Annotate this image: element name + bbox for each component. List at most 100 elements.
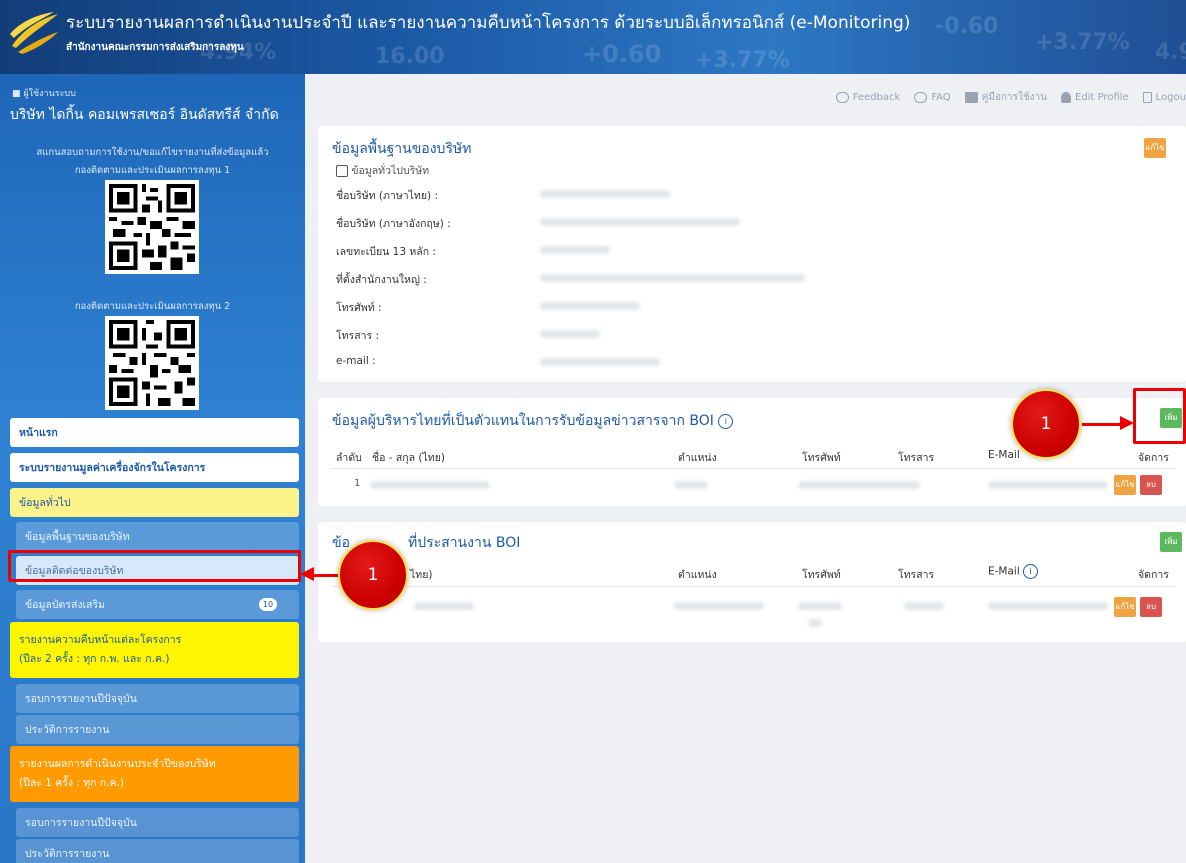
step-callout: 1 (338, 540, 408, 610)
field-label: เลขทะเบียน 13 หลัก : (336, 246, 436, 258)
document-icon (336, 165, 348, 177)
field-label: ที่ตั้งสำนักงานใหญ่ : (336, 274, 427, 286)
header-ticker: 16.00 (375, 44, 445, 69)
redacted-value (674, 481, 708, 489)
comment-icon (835, 91, 849, 103)
redacted-value (808, 619, 822, 627)
redacted-value (540, 330, 600, 338)
nav-edit-profile[interactable]: Edit Profile (1061, 91, 1129, 103)
field-label: e-mail : (336, 355, 376, 367)
sidebar-item-annual-report[interactable]: รายงานผลการดำเนินงานประจำปีของบริษัท (ปี… (10, 746, 299, 802)
column-header: ลำดับ (336, 452, 362, 464)
annotation-arrow (1082, 423, 1122, 426)
app-header: 4.94% 16.00 +0.60 +3.77% -0.60 +3.77% 4.… (0, 0, 1186, 74)
redacted-value (904, 602, 944, 610)
highlight-box (8, 550, 301, 582)
book-icon (964, 91, 978, 103)
row-index: 1 (354, 478, 361, 489)
nav-faq[interactable]: FAQ (914, 91, 951, 103)
edit-button[interactable]: แก้ไข (1114, 597, 1136, 617)
coordinator-panel: ข้อ ที่ประสานงาน BOI เพิ่ม ไทย) ตำแหน่ง … (318, 522, 1186, 642)
column-header: E-Mail (988, 449, 1020, 461)
sidebar-item-machine-value[interactable]: ระบบรายงานมูลค่าเครื่องจักรในโครงการ (10, 453, 299, 482)
sidebar-item-history[interactable]: ประวัติการรายงาน (16, 839, 299, 863)
comment-icon (914, 91, 928, 103)
qr2-label: กองติดตามและประเมินผลการลงทุน 2 (74, 301, 231, 312)
column-header: ชื่อ - สกุล (ไทย) (372, 452, 445, 464)
qr-code-icon[interactable] (105, 316, 199, 410)
table-divider (332, 586, 1176, 587)
column-header: E-Mail i (988, 564, 1039, 579)
column-header: จัดการ (1138, 452, 1169, 464)
column-header: ตำแหน่ง (678, 569, 717, 581)
delete-button[interactable]: ลบ (1140, 597, 1162, 617)
arrow-head-icon (1120, 416, 1134, 430)
panel-title: ข้อมูลผู้บริหารไทยที่เป็นตัวแทนในการรับข… (332, 410, 734, 432)
sidebar-item-current-round[interactable]: รอบการรายงานปีปัจจุบัน (16, 684, 299, 713)
user-role: ■ ผู้ใช้งานระบบ (12, 89, 76, 99)
redacted-value (540, 302, 640, 310)
sidebar-item-label: รายงานผลการดำเนินงานประจำปีของบริษัท (19, 758, 216, 770)
field-label: ชื่อบริษัท (ภาษาไทย) : (336, 190, 438, 202)
sidebar-item-label: (ปีละ 1 ครั้ง : ทุก ก.ค.) (19, 777, 124, 789)
sidebar-item-label: ข้อมูลบัตรส่งเสริม (25, 599, 106, 611)
header-ticker: 4.9 (1155, 40, 1186, 65)
redacted-value (988, 602, 1108, 610)
redacted-value (540, 246, 610, 254)
header-ticker: -0.60 (935, 14, 999, 39)
redacted-value (988, 481, 1108, 489)
header-ticker: +0.60 (582, 40, 662, 68)
sidebar-item-general[interactable]: ข้อมูลทั่วไป (10, 488, 299, 517)
redacted-value (370, 481, 490, 489)
delete-button[interactable]: ลบ (1140, 475, 1162, 495)
column-header: โทรศัพท์ (802, 569, 841, 581)
redacted-value (540, 190, 670, 198)
sidebar-item-promo-cert[interactable]: ข้อมูลบัตรส่งเสริม 10 (16, 590, 299, 619)
app-subtitle: สำนักงานคณะกรรมการส่งเสริมการลงทุน (66, 42, 244, 53)
sidebar-item-progress-report[interactable]: รายงานความคืบหน้าแต่ละโครงการ (ปีละ 2 คร… (10, 622, 299, 678)
nav-manual[interactable]: คู่มือการใช้งาน (964, 90, 1047, 105)
column-header: โทรศัพท์ (802, 452, 841, 464)
field-label: โทรศัพท์ : (336, 302, 382, 314)
arrow-head-icon (300, 567, 314, 581)
panel-title: ข้อมูลพื้นฐานของบริษัท (332, 141, 472, 157)
column-header: ตำแหน่ง (678, 452, 717, 464)
sidebar-item-home[interactable]: หน้าแรก (10, 418, 299, 447)
user-icon (1061, 91, 1072, 103)
column-header: ไทย) (410, 569, 433, 581)
redacted-value (414, 602, 474, 610)
sidebar-item-label: (ปีละ 2 ครั้ง : ทุก ก.พ. และ ก.ค.) (19, 653, 170, 665)
panel-subtitle: ข้อมูลทั่วไปบริษัท (336, 162, 429, 179)
scan-instruction: สแกนสอบถามการใช้งาน/ขอแก้ไขรายงานที่ส่งข… (36, 147, 269, 158)
nav-logout[interactable]: Logou (1142, 91, 1186, 103)
highlight-box (1133, 388, 1186, 444)
sidebar-item-company-basic[interactable]: ข้อมูลพื้นฐานของบริษัท (16, 522, 299, 551)
company-basic-panel: ข้อมูลพื้นฐานของบริษัท ข้อมูลทั่วไปบริษั… (318, 126, 1186, 382)
info-icon[interactable]: i (718, 413, 734, 429)
panel-title: ที่ประสานงาน BOI (408, 535, 521, 551)
top-nav: Feedback FAQ คู่มือการใช้งาน Edit Profil… (305, 74, 1186, 120)
redacted-value (540, 218, 740, 226)
logout-icon (1142, 91, 1152, 103)
redacted-value (674, 602, 764, 610)
edit-button[interactable]: แก้ไข (1114, 475, 1136, 495)
sidebar-item-current-round[interactable]: รอบการรายงานปีปัจจุบัน (16, 808, 299, 837)
user-name: บริษัท ไดกิ้น คอมเพรสเซอร์ อินดัสทรีส์ จ… (10, 107, 279, 123)
column-header: โทรสาร (898, 452, 935, 464)
edit-button[interactable]: แก้ไข (1144, 138, 1166, 158)
add-button[interactable]: เพิ่ม (1160, 532, 1182, 552)
app-title: ระบบรายงานผลการดำเนินงานประจำปี และรายงา… (66, 13, 911, 33)
qr-code-icon[interactable] (105, 180, 199, 274)
sidebar-item-history[interactable]: ประวัติการรายงาน (16, 715, 299, 744)
nav-feedback[interactable]: Feedback (835, 91, 900, 103)
sidebar-item-label: รายงานความคืบหน้าแต่ละโครงการ (19, 634, 182, 646)
redacted-value (798, 481, 920, 489)
column-header: จัดการ (1138, 569, 1169, 581)
header-ticker: +3.77% (1035, 30, 1130, 55)
info-icon[interactable]: i (1023, 564, 1039, 579)
header-ticker: +3.77% (695, 48, 790, 73)
boi-logo-icon[interactable] (8, 10, 60, 54)
field-label: ชื่อบริษัท (ภาษาอังกฤษ) : (336, 218, 451, 230)
column-header: โทรสาร (898, 569, 935, 581)
redacted-value (540, 358, 660, 366)
